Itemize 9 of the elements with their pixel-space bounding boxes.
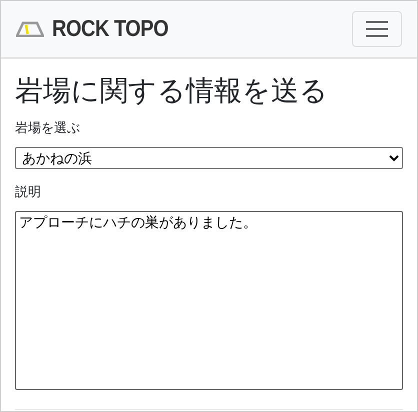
rock-logo-icon [16,21,44,37]
brand-name[interactable]: ROCK TOPO [52,16,168,42]
description-field[interactable]: アプローチにハチの巣がありました。 [15,211,403,390]
menu-button[interactable] [352,11,402,47]
description-label: 説明 [15,183,42,201]
page-title: 岩場に関する情報を送る [15,74,329,108]
menu-icon [366,21,388,37]
crag-label: 岩場を選ぶ [15,119,81,137]
crag-select[interactable]: あかねの浜 [15,147,403,169]
